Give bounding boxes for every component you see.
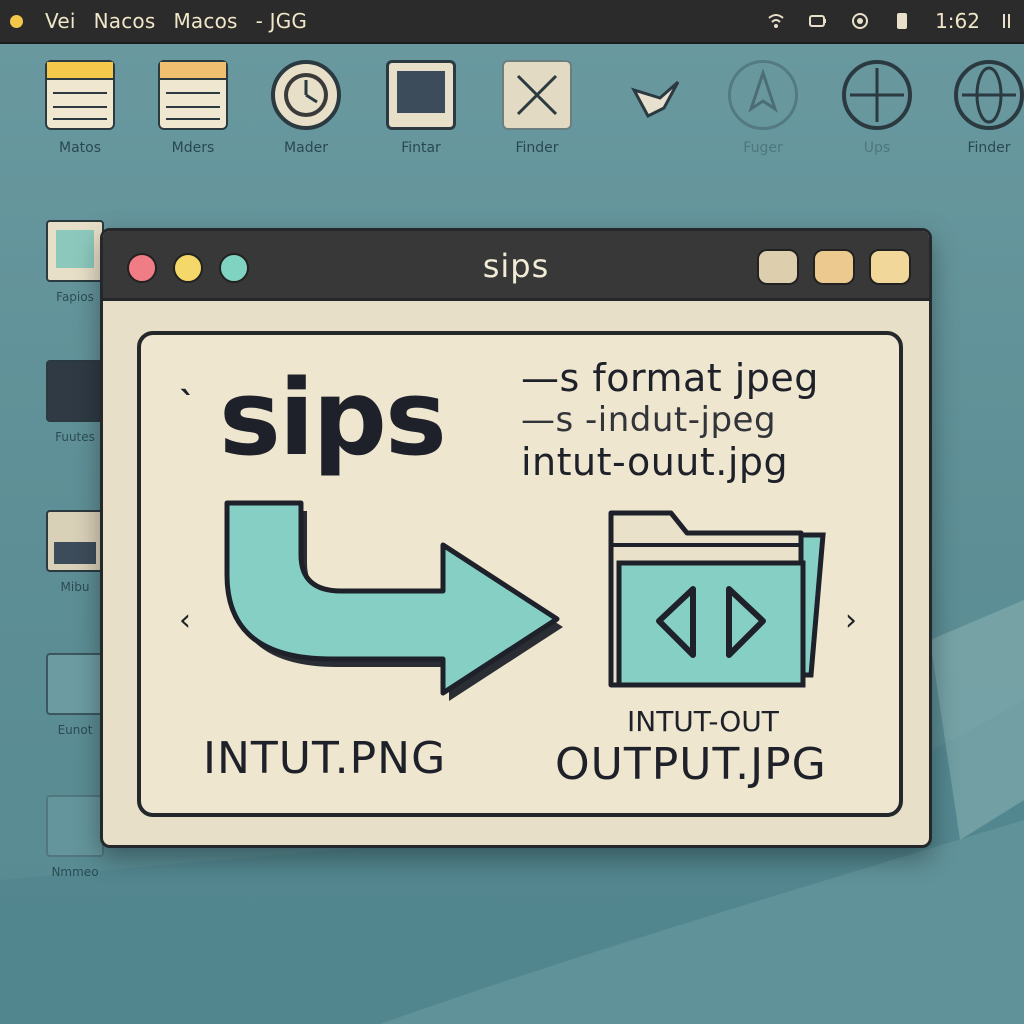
menu-bar: Vei Nacos Macos - JGG 1:62 [0,0,1024,44]
desktop-icon-label: Matos [58,140,101,156]
desktop-icon-compass[interactable]: Fuger [718,60,808,156]
command-line-3: intut-ouut.jpg [521,440,789,484]
desktop-icon-globe[interactable]: Ups [832,60,922,156]
desktop-icon-image[interactable]: Fintar [376,60,466,156]
folder-code-icon [608,510,826,688]
command-name: sips [219,357,447,479]
user-icon[interactable] [849,10,871,32]
desktop-icon-label: Finder [967,140,1011,156]
command-line-1: —s format jpeg [521,356,819,400]
photo-icon [46,510,104,572]
output-caption: INTUT-OUT [627,705,779,738]
finder-icon [502,60,572,130]
desktop-icon-globe-2[interactable]: Finder [944,60,1024,156]
image-icon [386,60,456,130]
globe-icon [842,60,912,130]
storage-icon[interactable] [891,10,913,32]
globe-icon [954,60,1024,130]
output-filename: OUTPUT.JPG [555,739,827,790]
battery-icon[interactable] [807,10,829,32]
sips-window: sips ` sips —s format jpeg —s -indut-jpe… [100,228,932,848]
command-line-2: —s -indut-jpeg [521,400,777,440]
toolbar-button-1[interactable] [757,249,799,285]
document-icon [46,795,104,857]
clock-icon [271,60,341,130]
status-area: 1:62 [745,9,1024,33]
desktop-icon-label: Nmmeo [51,865,99,879]
control-center-icon[interactable] [996,10,1018,32]
calendar-icon [46,360,104,422]
chevron-left-icon[interactable]: ‹ [179,603,191,638]
toolbar-button-3[interactable] [869,249,911,285]
desktop-icon-row: Matos Mders Mader Fintar Finder Fuger Up… [0,60,1024,190]
desktop-icon-bird[interactable] [610,60,700,140]
toolbar-button-2[interactable] [813,249,855,285]
menu-item-file[interactable]: Nacos [94,9,156,33]
desktop-icon-label: Mader [284,140,328,156]
desktop-icon-label: Fuger [743,140,783,156]
command-arguments: —s format jpeg —s -indut-jpeg intut-ouut… [521,357,901,483]
wifi-icon[interactable] [765,10,787,32]
menu-item-edit[interactable]: Macos [173,9,237,33]
prompt-mark: ` [179,385,196,425]
desktop-icon-label: Ups [863,140,891,156]
compass-icon [728,60,798,130]
window-title: sips [482,247,550,285]
menu-item-app[interactable]: Vei [45,9,76,33]
picture-icon [46,220,104,282]
window-titlebar[interactable]: sips [103,231,929,301]
apple-menu-icon[interactable] [10,14,23,28]
desktop-icon-notes[interactable]: Matos [35,60,125,156]
arrow-right-icon [224,500,563,701]
desktop-icon-label: Finder [515,140,559,156]
menu-clock[interactable]: 1:62 [935,9,980,33]
input-filename: INTUT.PNG [203,733,447,784]
desktop-icon-clock[interactable]: Mader [261,60,351,156]
desktop-icon-notes-2[interactable]: Mders [148,60,238,156]
desktop-icon-label: Mders [171,140,215,156]
command-panel: ` sips —s format jpeg —s -indut-jpeg int… [137,331,903,817]
desktop-icon-label: Fintar [401,140,441,156]
menu-item-view[interactable]: - JGG [256,9,307,33]
bird-icon [620,60,690,130]
notes-icon [45,60,115,130]
chevron-right-icon[interactable]: › [845,603,857,638]
chart-icon [46,653,104,715]
desktop-icon-finder[interactable]: Finder [492,60,582,156]
notes-icon [158,60,228,130]
